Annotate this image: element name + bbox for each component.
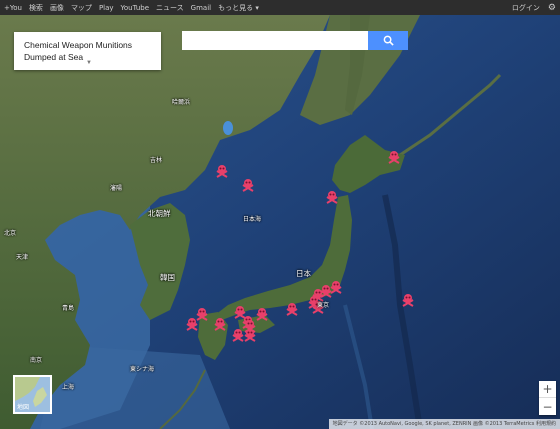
zoom-in-button[interactable]: + xyxy=(539,381,556,398)
nav-more[interactable]: もっと見る ▾ xyxy=(218,3,259,13)
nav-maps[interactable]: マップ xyxy=(71,3,92,13)
nav-youtube[interactable]: YouTube xyxy=(121,4,149,12)
label-shanghai: 上海 xyxy=(62,384,75,391)
google-nav: +You 検索 画像 マップ Play YouTube ニュース Gmail も… xyxy=(0,3,259,13)
nav-news[interactable]: ニュース xyxy=(156,3,184,13)
label-shenyang: 瀋陽 xyxy=(110,185,123,192)
label-north-korea: 北朝鮮 xyxy=(148,209,171,218)
label-harbin: 哈爾浜 xyxy=(172,99,191,106)
search-box xyxy=(182,31,408,50)
nav-search[interactable]: 検索 xyxy=(29,3,43,13)
lake-khanka xyxy=(223,121,233,135)
login-link[interactable]: ログイン xyxy=(512,3,540,13)
label-jilin: 吉林 xyxy=(150,157,163,164)
label-sea-of-japan: 日本海 xyxy=(243,216,262,223)
label-east-china-sea: 東シナ海 xyxy=(130,366,155,373)
google-top-bar: +You 検索 画像 マップ Play YouTube ニュース Gmail も… xyxy=(0,0,560,15)
label-beijing: 北京 xyxy=(4,230,17,237)
search-input[interactable] xyxy=(182,31,368,50)
nav-gmail[interactable]: Gmail xyxy=(191,4,211,12)
nav-play[interactable]: Play xyxy=(99,4,114,12)
nav-images[interactable]: 画像 xyxy=(50,3,64,13)
zoom-out-button[interactable]: − xyxy=(539,398,556,415)
zoom-control: + − xyxy=(539,381,556,415)
label-tianjin: 天津 xyxy=(16,254,29,261)
chevron-down-icon[interactable]: ▼ xyxy=(86,57,92,69)
title-line-1: Chemical Weapon Munitions xyxy=(24,40,133,50)
map-attribution: 地図データ ©2013 AutoNavi, Google, SK planet,… xyxy=(328,419,560,429)
satellite-minimap[interactable]: 地図 xyxy=(13,375,52,414)
minimap-label: 地図 xyxy=(17,404,30,411)
label-south-korea: 韓国 xyxy=(160,273,175,282)
map-title-card[interactable]: Chemical Weapon Munitions Dumped at Sea … xyxy=(14,32,161,70)
search-icon xyxy=(383,35,394,46)
label-qingdao: 青島 xyxy=(62,305,75,312)
label-nanjing: 南京 xyxy=(30,357,43,364)
search-button[interactable] xyxy=(368,31,408,50)
gear-icon[interactable]: ⚙ xyxy=(548,3,556,13)
map-canvas[interactable] xyxy=(0,15,560,429)
nav-plus-you[interactable]: +You xyxy=(4,4,22,12)
label-japan: 日本 xyxy=(296,269,311,278)
label-tokyo: 東京 xyxy=(317,302,330,309)
